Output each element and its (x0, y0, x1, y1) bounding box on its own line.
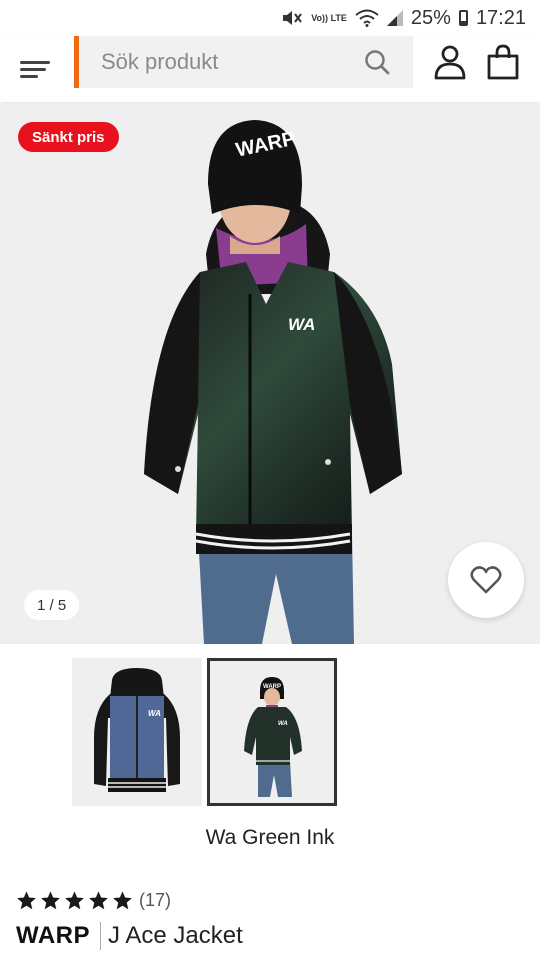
thumb-logo: WA (148, 709, 161, 718)
status-icons: Vo)) LTE 25% 17:21 (281, 7, 526, 30)
product-title: WARP J Ace Jacket (16, 922, 243, 950)
divider (100, 922, 101, 950)
brand-name[interactable]: WARP (16, 922, 90, 950)
wifi-icon (355, 9, 379, 27)
status-bar: Vo)) LTE 25% 17:21 (0, 0, 540, 36)
mute-icon (283, 11, 303, 25)
variant-name: Wa Green Ink (205, 826, 335, 849)
account-icon[interactable] (432, 44, 468, 80)
app-header (0, 36, 540, 102)
star-icon (89, 891, 108, 910)
star-icon (65, 891, 84, 910)
thumbnail-model-image: WARP WA (244, 677, 302, 797)
sale-badge: Sänkt pris (18, 122, 119, 152)
product-image[interactable]: WARP WA Sänkt pris 1 / 5 (0, 104, 540, 644)
favorite-button[interactable] (448, 542, 524, 618)
signal-icon (386, 10, 403, 26)
heart-icon (470, 566, 502, 594)
star-icon (113, 891, 132, 910)
search-input[interactable] (79, 41, 363, 83)
image-counter: 1 / 5 (24, 590, 80, 620)
thumbnail-jacket-image: WA (94, 668, 180, 792)
volte-icon: Vo)) LTE (311, 12, 347, 23)
rating[interactable]: (17) (16, 890, 171, 911)
search-bar (74, 36, 413, 88)
thumbnail-variant-blue[interactable]: WA (72, 658, 202, 806)
thumbnail-variant-green[interactable]: WARP WA (207, 658, 337, 806)
star-icon (17, 891, 36, 910)
menu-icon (20, 61, 50, 78)
battery-percent: 25% (410, 6, 451, 29)
clock: 17:21 (475, 6, 526, 29)
search-icon[interactable] (363, 48, 391, 76)
product-name: J Ace Jacket (108, 922, 243, 949)
battery-icon (458, 10, 468, 26)
thumb-logo: WA (278, 721, 288, 727)
jacket-logo: WA (288, 315, 315, 334)
menu-button[interactable] (20, 54, 52, 84)
cart-icon[interactable] (486, 44, 520, 80)
star-icon (41, 891, 60, 910)
review-count[interactable]: (17) (139, 890, 171, 911)
